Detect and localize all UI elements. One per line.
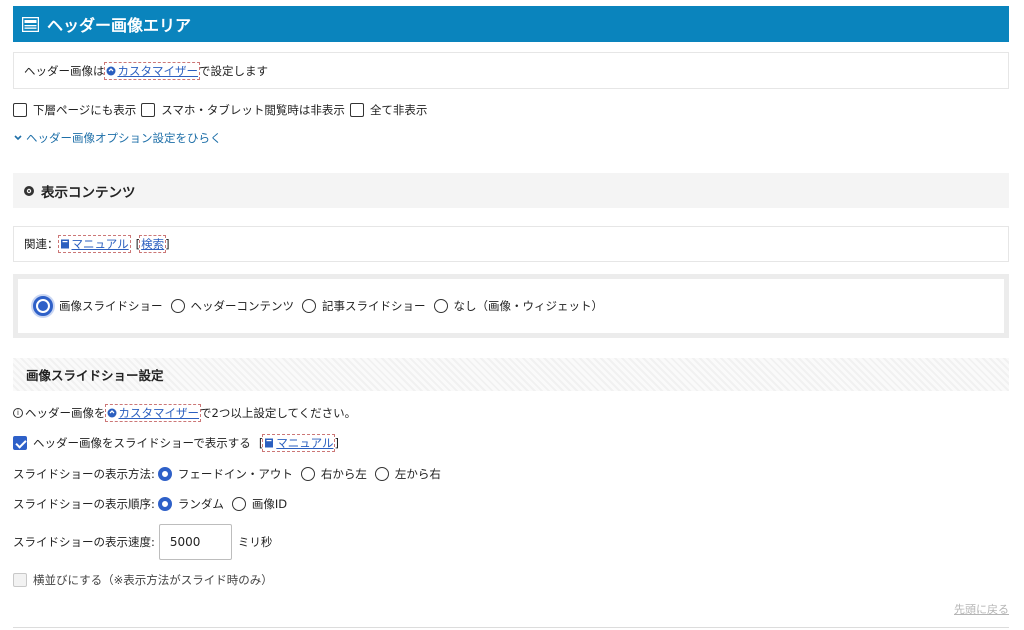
related-links: 関連： マニュアル [検索] — [13, 226, 1009, 262]
info-icon: i — [13, 408, 23, 418]
eye-icon — [24, 185, 34, 196]
manual-link-2[interactable]: マニュアル — [262, 434, 336, 452]
content-type-radios: 画像スライドショー ヘッダーコンテンツ 記事スライドショー なし（画像・ウィジェ… — [13, 274, 1009, 338]
options-toggle[interactable]: ヘッダー画像オプション設定をひらく — [13, 130, 222, 146]
radio-image-slideshow[interactable] — [33, 296, 53, 316]
show-slideshow-row: ヘッダー画像をスライドショーで表示する [ マニュアル ] — [13, 434, 339, 452]
layout-icon — [22, 16, 39, 32]
customizer-notice: ヘッダー画像は カスタマイザー で設定します — [13, 52, 1009, 89]
section-header: ヘッダー画像エリア — [13, 6, 1009, 42]
radio-left-to-right[interactable] — [374, 467, 389, 481]
checkbox-subpages-label: 下層ページにも表示 — [33, 103, 137, 117]
checkbox-subpages[interactable] — [13, 103, 27, 117]
checkbox-hide-all[interactable] — [349, 103, 364, 117]
slideshow-settings-header: 画像スライドショー設定 — [13, 358, 1009, 391]
book-icon — [60, 239, 69, 249]
slideshow-speed-row: スライドショーの表示速度: ミリ秒 — [13, 524, 272, 560]
section-title: ヘッダー画像エリア — [47, 16, 192, 35]
customizer-link[interactable]: カスタマイザー — [103, 61, 200, 80]
search-link[interactable]: 検索 — [139, 235, 167, 253]
checkbox-hide-all-label: 全て非表示 — [369, 103, 428, 117]
chevron-down-icon — [14, 135, 22, 141]
checkbox-hide-mobile-label: スマホ・タブレット閲覧時は非表示 — [161, 103, 345, 117]
radio-image-id[interactable] — [231, 497, 246, 511]
display-options: 下層ページにも表示 スマホ・タブレット閲覧時は非表示 全て非表示 — [13, 102, 432, 118]
slideshow-method-row: スライドショーの表示方法: フェードイン・アウト 右から左 左から右 — [13, 467, 441, 481]
radio-post-slideshow[interactable] — [302, 299, 316, 313]
book-icon — [265, 438, 274, 448]
radio-right-to-left[interactable] — [300, 467, 315, 481]
display-content-header: 表示コンテンツ — [13, 173, 1009, 208]
speed-input[interactable] — [158, 524, 232, 560]
checkbox-hide-mobile[interactable] — [141, 103, 156, 117]
customizer-icon — [106, 66, 115, 75]
checkbox-horizontal[interactable] — [13, 573, 27, 587]
customizer-icon — [107, 408, 116, 418]
horizontal-row: 横並びにする（※表示方法がスライド時のみ） — [13, 572, 273, 588]
radio-random[interactable] — [157, 497, 172, 511]
slideshow-order-row: スライドショーの表示順序: ランダム 画像ID — [13, 497, 288, 511]
manual-link[interactable]: マニュアル — [57, 235, 131, 253]
radio-fade[interactable] — [157, 467, 172, 481]
radio-none[interactable] — [433, 299, 448, 313]
slideshow-info: i ヘッダー画像を カスタマイザー で2つ以上設定してください。 — [13, 404, 356, 422]
divider — [13, 627, 1009, 628]
checkbox-show-slideshow[interactable] — [13, 436, 27, 450]
customizer-link-2[interactable]: カスタマイザー — [104, 404, 201, 422]
radio-header-content[interactable] — [170, 299, 185, 313]
back-to-top-link[interactable]: 先頭に戻る — [954, 601, 1009, 617]
